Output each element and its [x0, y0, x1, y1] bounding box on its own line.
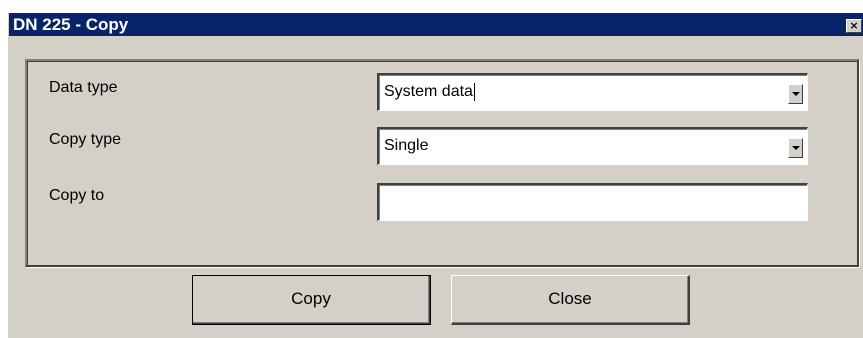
form-panel: Data type System data Copy type Single C…: [25, 59, 859, 267]
copy-type-dropdown[interactable]: Single: [377, 127, 808, 165]
copy-to-input[interactable]: [377, 183, 808, 221]
data-type-value: System data: [384, 83, 475, 101]
close-button[interactable]: Close: [451, 275, 690, 325]
copy-button[interactable]: Copy: [192, 275, 431, 325]
title-bar: DN 225 - Copy ×: [9, 13, 863, 36]
chevron-down-icon[interactable]: [788, 84, 803, 104]
copy-dialog: DN 225 - Copy × Data type System data Co…: [8, 13, 863, 338]
close-icon: ×: [849, 19, 859, 32]
close-window-button[interactable]: ×: [846, 19, 862, 33]
window-title: DN 225 - Copy: [13, 15, 129, 34]
chevron-down-icon[interactable]: [788, 138, 803, 158]
text-caret: [473, 83, 475, 101]
data-type-dropdown[interactable]: System data: [377, 73, 808, 111]
data-type-label: Data type: [49, 79, 118, 96]
copy-to-label: Copy to: [49, 187, 105, 204]
copy-type-label: Copy type: [49, 131, 122, 148]
copy-type-value: Single: [384, 137, 429, 154]
